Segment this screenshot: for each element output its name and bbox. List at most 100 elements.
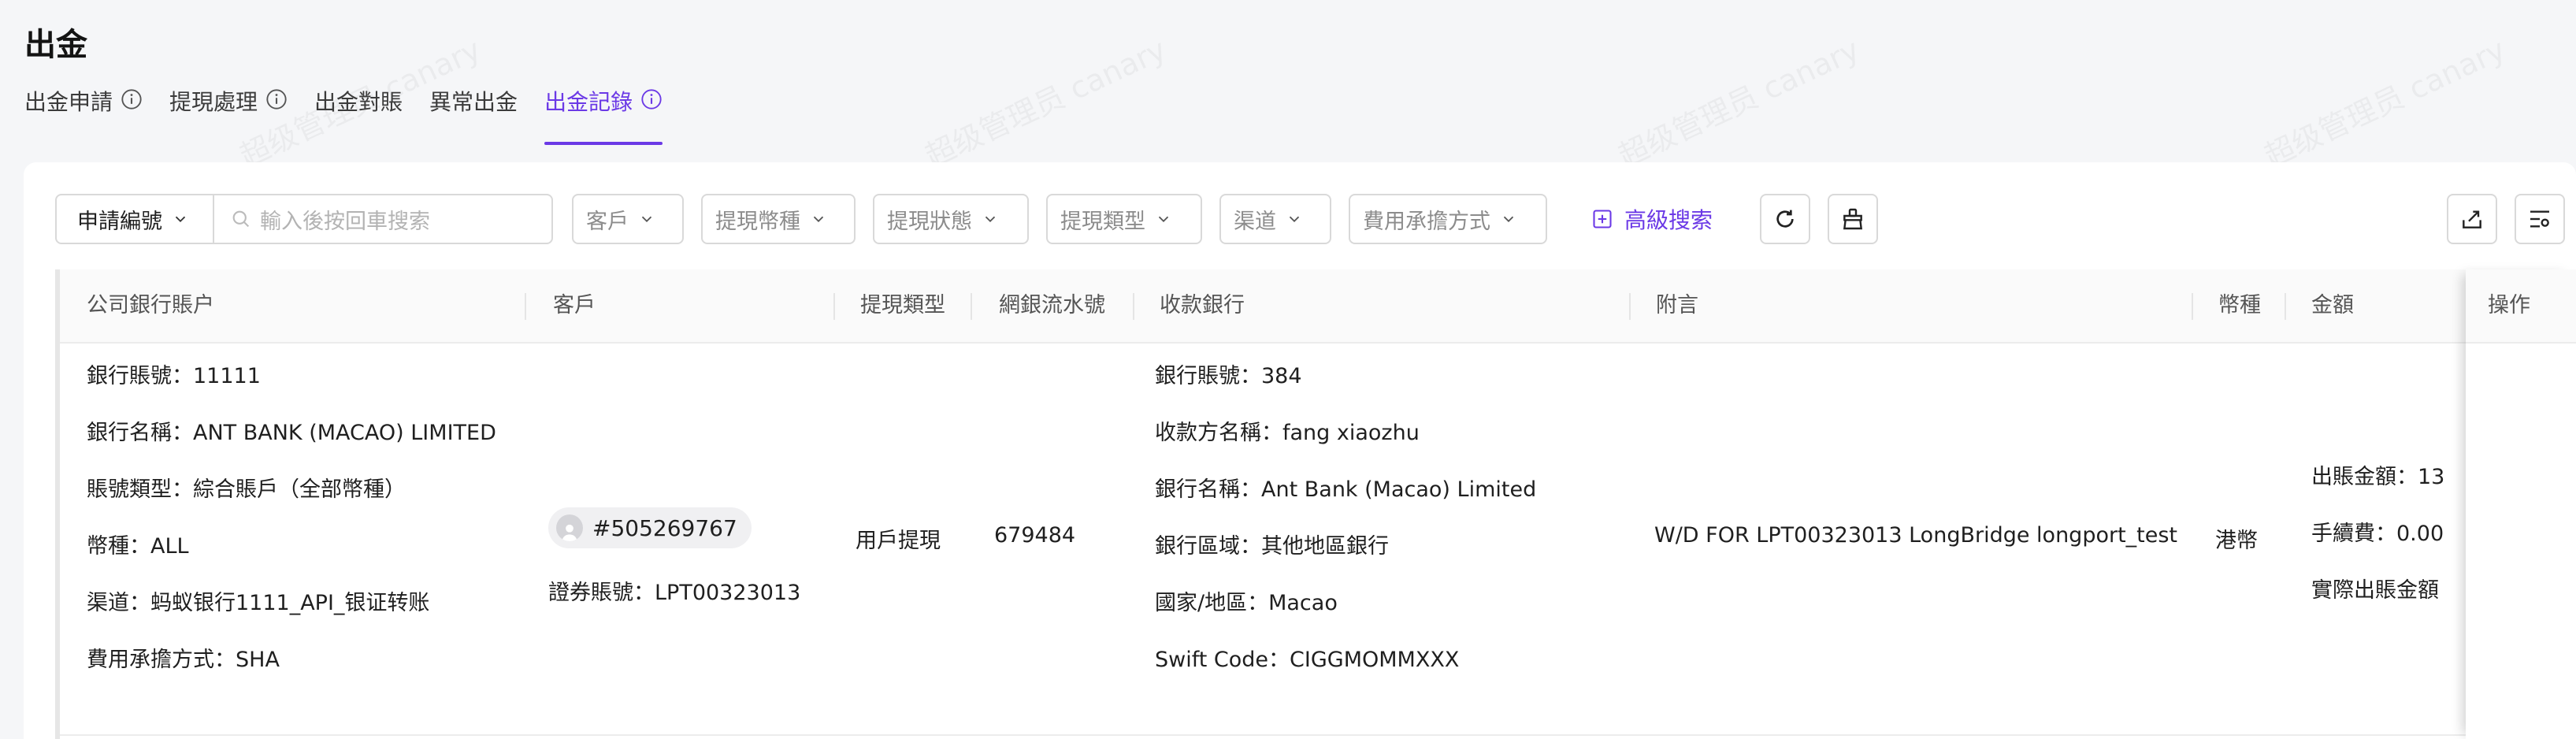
payee-bank-region: 銀行區域：其他地區銀行: [1155, 534, 1389, 559]
refresh-button[interactable]: [1760, 194, 1810, 244]
refresh-icon: [1776, 210, 1794, 228]
header-divider: [971, 293, 972, 320]
securities-account: 證券賬號：LPT00323013: [548, 581, 801, 605]
clear-filters-button[interactable]: [1828, 194, 1878, 244]
broom-icon: [1843, 208, 1863, 230]
search-placeholder: 輸入後按回車搜索: [260, 209, 430, 234]
remark-value: W/D FOR LPT00323013 LongBridge longport_…: [1654, 523, 2178, 548]
search-field-select[interactable]: 申請編號: [55, 194, 214, 244]
bank-account-no: 銀行賬號：11111: [87, 364, 261, 388]
search-field-label: 申請編號: [77, 209, 162, 234]
payee-bank-account-no: 銀行賬號：384: [1155, 364, 1302, 388]
search-input[interactable]: 輸入後按回車搜索: [213, 194, 553, 244]
currency-filter-label: 提現幣種: [715, 209, 800, 234]
row-divider: [60, 734, 2552, 736]
header-currency: 幣種: [2218, 293, 2261, 318]
actual-out-amount: 實際出賬金額: [2311, 578, 2439, 603]
receiving-bank-cell: 銀行賬號：384 收款方名稱：fang xiaozhu 銀行名稱：Ant Ban…: [1155, 348, 1536, 689]
status-filter[interactable]: 提現狀態: [873, 194, 1029, 244]
chevron-down-icon: [800, 210, 827, 228]
records-card: 申請編號 輸入後按回車搜索 客戶 提現幣種 提現狀態 提現類型 渠道 費用承擔方…: [24, 162, 2576, 739]
export-button[interactable]: [2447, 194, 2497, 244]
bank-serial-value: 679484: [994, 523, 1076, 548]
channel-filter[interactable]: 渠道: [1219, 194, 1331, 244]
account-channel: 渠道：蚂蚁银行1111_API_银证转账: [87, 591, 430, 615]
header-divider: [1133, 293, 1134, 320]
header-withdraw-type: 提現類型: [860, 293, 945, 318]
payee-bank-name: 銀行名稱：Ant Bank (Macao) Limited: [1155, 477, 1537, 502]
info-icon[interactable]: [640, 85, 663, 110]
header-bank-serial: 網銀流水號: [999, 293, 1105, 318]
payee-swift-code: Swift Code：CIGGMOMMXXX: [1155, 648, 1460, 672]
customer-filter[interactable]: 客戶: [572, 194, 684, 244]
company-account-cell: 銀行賬號：11111 銀行名稱：ANT BANK (MACAO) LIMITED…: [87, 348, 496, 689]
column-settings-button[interactable]: [2515, 194, 2565, 244]
header-actions: 操作: [2488, 293, 2530, 318]
info-icon[interactable]: [121, 85, 143, 110]
tab-label: 提現處理: [169, 89, 258, 115]
customer-filter-label: 客戶: [586, 209, 629, 234]
header-customer: 客戶: [553, 293, 596, 318]
fee-amount: 手續費：0.00: [2311, 522, 2444, 546]
tab-withdraw-records[interactable]: 出金記錄: [544, 85, 663, 145]
advanced-search-button[interactable]: 高級搜索: [1591, 194, 1713, 244]
chevron-down-icon: [1490, 210, 1517, 228]
tab-label: 出金記錄: [544, 89, 633, 115]
chevron-down-icon: [972, 210, 999, 228]
account-currency: 幣種：ALL: [87, 534, 189, 559]
withdraw-type-value: 用戶提現: [856, 529, 941, 553]
advanced-search-label: 高級搜索: [1624, 207, 1713, 233]
search-icon: [232, 210, 250, 228]
chevron-down-icon: [1276, 210, 1303, 228]
header-divider: [1629, 293, 1631, 320]
currency-filter[interactable]: 提現幣種: [701, 194, 856, 244]
watermark: 超级管理员 canary: [1610, 25, 1865, 175]
plus-square-icon: [1593, 210, 1612, 228]
bank-name: 銀行名稱：ANT BANK (MACAO) LIMITED: [87, 421, 496, 445]
fee-method-filter[interactable]: 費用承擔方式: [1349, 194, 1547, 244]
header-receiving-bank: 收款銀行: [1160, 293, 1245, 318]
header-remark: 附言: [1656, 293, 1698, 318]
filter-toolbar: 申請編號 輸入後按回車搜索 客戶 提現幣種 提現狀態 提現類型 渠道 費用承擔方…: [55, 194, 2576, 244]
status-filter-label: 提現狀態: [887, 209, 972, 234]
table-header: 公司銀行賬户 客戶 提現類型 網銀流水號 收款銀行 附言 幣種 金額: [60, 269, 2552, 344]
tab-abnormal-withdraw[interactable]: 異常出金: [429, 85, 518, 145]
customer-id: #505269767: [592, 514, 737, 541]
header-amount: 金額: [2311, 293, 2354, 318]
tab-label: 出金對賬: [314, 89, 403, 115]
header-divider: [2285, 293, 2286, 320]
chevron-down-icon: [162, 210, 189, 228]
header-divider: [2192, 293, 2193, 320]
tab-withdraw-reconciliation[interactable]: 出金對賬: [314, 85, 403, 145]
chevron-down-icon: [629, 210, 655, 228]
tab-label: 異常出金: [429, 89, 518, 115]
tab-label: 出金申請: [24, 89, 113, 115]
column-settings-icon: [2530, 210, 2549, 228]
header-divider: [525, 293, 526, 320]
type-filter[interactable]: 提現類型: [1046, 194, 1202, 244]
payee-name: 收款方名稱：fang xiaozhu: [1155, 421, 1420, 445]
header-company-account: 公司銀行賬户: [87, 293, 214, 318]
header-divider: [833, 293, 835, 320]
avatar: [556, 514, 583, 541]
amount-stack: 出賬金額：13 手續費：0.00 實際出賬金額: [2311, 449, 2444, 619]
payee-country: 國家/地區：Macao: [1155, 591, 1338, 615]
page-title: 出金: [24, 27, 87, 63]
info-icon[interactable]: [265, 85, 288, 110]
actions-column: 操作: [2466, 269, 2576, 739]
amount-cell: 出賬金額：13 手續費：0.00 實際出賬金額: [2311, 342, 2445, 736]
account-type: 賬號類型：綜合賬戶（全部幣種）: [87, 477, 406, 502]
type-filter-label: 提現類型: [1060, 209, 1145, 234]
tab-withdraw-application[interactable]: 出金申請: [24, 85, 143, 145]
out-amount: 出賬金額：13: [2311, 465, 2445, 489]
export-icon: [2463, 210, 2481, 228]
tab-withdraw-processing[interactable]: 提現處理: [169, 85, 288, 145]
tab-bar: 出金申請 提現處理 出金對賬 異常出金 出金記錄: [24, 85, 663, 145]
fee-method-filter-label: 費用承擔方式: [1363, 209, 1490, 234]
watermark: 超级管理员 canary: [2256, 25, 2511, 175]
customer-badge[interactable]: #505269767: [548, 507, 752, 548]
chevron-down-icon: [1145, 210, 1172, 228]
fee-method: 費用承擔方式：SHA: [87, 648, 280, 672]
watermark: 超级管理员 canary: [917, 25, 1172, 175]
channel-filter-label: 渠道: [1234, 209, 1276, 234]
